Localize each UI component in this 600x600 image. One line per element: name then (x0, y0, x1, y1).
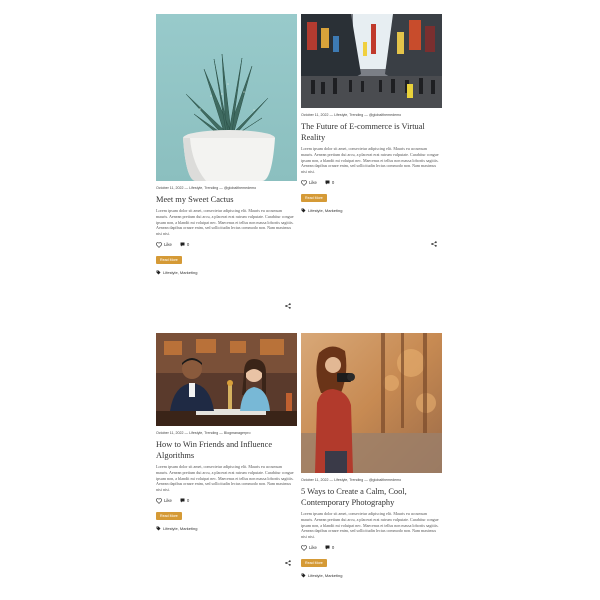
post-thumbnail-city[interactable] (301, 14, 442, 108)
post-card: October 11, 2022 — Lifestyle, Trending —… (301, 333, 442, 578)
like-button[interactable]: Like (156, 498, 172, 504)
post-author[interactable]: @globalthemedemo (369, 478, 401, 482)
post-thumbnail-friends[interactable] (156, 333, 297, 426)
heart-icon (301, 180, 307, 186)
post-title[interactable]: 5 Ways to Create a Calm, Cool, Contempor… (301, 486, 442, 508)
post-tags: Lifestyle, Marketing (301, 573, 442, 578)
post-actions: Like 0 (301, 180, 442, 186)
share-icon[interactable] (285, 303, 291, 311)
post-excerpt: Lorem ipsum dolor sit amet, consectetur … (301, 511, 439, 540)
post-categories[interactable]: Lifestyle, Trending (189, 186, 218, 190)
post-title[interactable]: The Future of E-commerce is Virtual Real… (301, 121, 442, 143)
post-actions: Like 0 (156, 498, 297, 504)
post-meta: October 11, 2022 — Lifestyle, Trending —… (156, 431, 251, 435)
like-label: Like (164, 498, 172, 504)
post-thumbnail-cactus[interactable] (156, 14, 297, 181)
post-tags: Lifestyle, Marketing (156, 526, 297, 531)
comment-bubble-icon (325, 545, 330, 550)
post-excerpt: Lorem ipsum dolor sit amet, consectetur … (156, 208, 294, 237)
post-author[interactable]: Blogmanagerpro (224, 431, 251, 435)
heart-icon (156, 498, 162, 504)
post-excerpt: Lorem ipsum dolor sit amet, consectetur … (301, 146, 439, 175)
read-more-button[interactable]: Read More (156, 511, 182, 520)
heart-icon (156, 242, 162, 248)
share-icon[interactable] (285, 560, 291, 568)
post-card: October 11, 2022 — Lifestyle, Trending —… (301, 14, 442, 247)
like-label: Like (309, 180, 317, 186)
post-date: October 11, 2022 (301, 478, 329, 482)
post-tags: Lifestyle, Marketing (156, 270, 297, 275)
post-actions: Like 0 (156, 242, 297, 248)
post-meta: October 11, 2022 — Lifestyle, Trending —… (301, 478, 402, 482)
post-author[interactable]: @globalthemedemo (224, 186, 256, 190)
share-icon[interactable] (431, 241, 437, 249)
comment-count[interactable]: 0 (325, 180, 334, 185)
post-categories[interactable]: Lifestyle, Trending (189, 431, 218, 435)
post-date: October 11, 2022 (156, 431, 184, 435)
post-author[interactable]: @globalthemedemo (369, 113, 401, 117)
post-actions: Like 0 (301, 545, 442, 551)
post-meta: October 11, 2022 — Lifestyle, Trending —… (301, 113, 402, 117)
comment-bubble-icon (180, 498, 185, 503)
post-meta: October 11, 2022 — Lifestyle, Trending —… (156, 186, 257, 190)
like-button[interactable]: Like (301, 545, 317, 551)
comment-bubble-icon (180, 242, 185, 247)
post-card: October 11, 2022 — Lifestyle, Trending —… (156, 14, 297, 309)
post-title[interactable]: Meet my Sweet Cactus (156, 194, 297, 205)
like-button[interactable]: Like (156, 242, 172, 248)
post-tags: Lifestyle, Marketing (301, 208, 442, 213)
tag-icon (301, 573, 306, 578)
post-title[interactable]: How to Win Friends and Influence Algorit… (156, 439, 297, 461)
read-more-button[interactable]: Read More (156, 255, 182, 264)
post-excerpt: Lorem ipsum dolor sit amet, consectetur … (156, 464, 294, 493)
post-date: October 11, 2022 (156, 186, 184, 190)
tag-icon (156, 270, 161, 275)
read-more-button[interactable]: Read More (301, 193, 327, 202)
post-categories[interactable]: Lifestyle, Trending (334, 113, 363, 117)
post-date: October 11, 2022 (301, 113, 329, 117)
post-thumbnail-photographer[interactable] (301, 333, 442, 473)
comment-count[interactable]: 0 (325, 545, 334, 550)
post-categories[interactable]: Lifestyle, Trending (334, 478, 363, 482)
like-label: Like (309, 545, 317, 551)
post-card: October 11, 2022 — Lifestyle, Trending —… (156, 333, 297, 566)
read-more-button[interactable]: Read More (301, 558, 327, 567)
comment-count[interactable]: 0 (180, 242, 189, 247)
comment-bubble-icon (325, 180, 330, 185)
tag-icon (301, 208, 306, 213)
heart-icon (301, 545, 307, 551)
tag-icon (156, 526, 161, 531)
like-label: Like (164, 242, 172, 248)
comment-count[interactable]: 0 (180, 498, 189, 503)
like-button[interactable]: Like (301, 180, 317, 186)
